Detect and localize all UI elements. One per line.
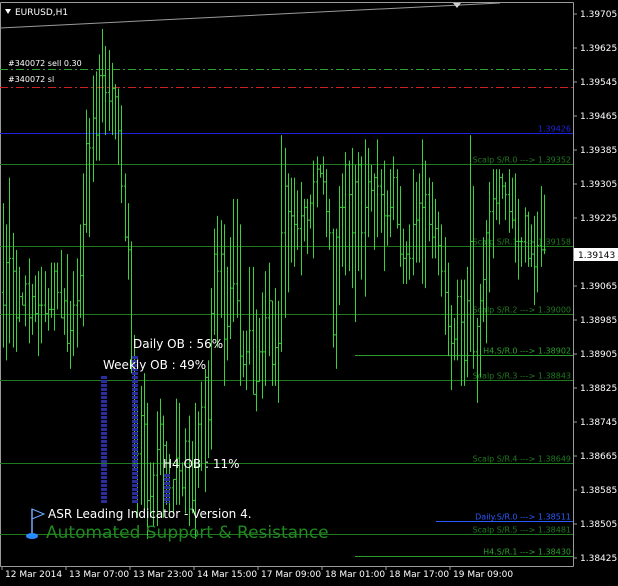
indicator-subtitle: Automated Support & Resistance: [46, 523, 329, 543]
weekly-ob-label: Weekly OB : 49%: [103, 358, 206, 372]
level-label: Scalp S/R.3 ---> 1.38843: [473, 372, 571, 381]
current-price-label: 1.39143: [578, 251, 615, 261]
level-label: Scalp S/R.4 ---> 1.38649: [473, 455, 571, 464]
order-label-sell[interactable]: #340072 sell 0.30: [8, 59, 82, 68]
level-label: H4.S/R.0 ---> 1.38902: [483, 347, 571, 356]
price-tick-label: 1.38665: [580, 452, 617, 462]
price-tick-label: 1.38825: [580, 384, 617, 394]
price-tick-label: 1.39625: [580, 44, 617, 54]
level-label: Scalp S/R.0 ---> 1.39352: [473, 156, 571, 165]
price-tick-label: 1.38985: [580, 316, 617, 326]
level-label: H4.S/R.1 ---> 1.38430: [483, 548, 571, 557]
price-tick-label: 1.39465: [580, 112, 617, 122]
order-label-sl[interactable]: #340072 sl: [8, 75, 54, 84]
daily-ob-label: Daily OB : 56%: [133, 337, 223, 351]
time-tick-label: 17 Mar 09:00: [261, 570, 321, 580]
price-tick-label: 1.39385: [580, 146, 617, 156]
time-tick-label: 13 Mar 07:00: [69, 570, 129, 580]
price-tick-label: 1.39225: [580, 214, 617, 224]
time-tick-label: 18 Mar 01:00: [325, 570, 385, 580]
price-tick-label: 1.39305: [580, 180, 617, 190]
price-tick-label: 1.39065: [580, 282, 617, 292]
time-tick-label: 13 Mar 23:00: [133, 570, 193, 580]
time-tick-label: 14 Mar 15:00: [197, 570, 257, 580]
level-label: 1.39426: [538, 125, 571, 134]
level-label: Scalp S/R.2 ---> 1.39000: [473, 306, 571, 315]
time-tick-label: 19 Mar 09:00: [453, 570, 513, 580]
chart-canvas: 1.39426 Scalp S/R.0 ---> 1.39352 Scalp S/R…: [0, 0, 618, 582]
h4-ob-label: H4 OB : 11%: [163, 457, 240, 471]
indicator-title: ASR Leading Indicator - Version 4.: [48, 507, 252, 521]
price-tick-label: 1.39705: [580, 10, 617, 20]
price-tick-label: 1.38745: [580, 418, 617, 428]
time-tick-label: 18 Mar 17:00: [389, 570, 449, 580]
level-label: Scalp S/R.5 ---> 1.38481: [473, 526, 571, 535]
time-tick-label: 12 Mar 2014: [5, 570, 62, 580]
price-chart[interactable]: 1.39426 Scalp S/R.0 ---> 1.39352 Scalp S/R…: [0, 0, 618, 582]
price-tick-label: 1.39545: [580, 78, 617, 88]
price-tick-label: 1.38585: [580, 486, 617, 496]
price-tick-label: 1.38425: [580, 554, 617, 564]
price-tick-label: 1.38505: [580, 520, 617, 530]
symbol-label: EURUSD,H1: [15, 8, 68, 18]
level-label: Daily.S/R.0 ---> 1.38511: [475, 513, 571, 522]
price-tick-label: 1.38905: [580, 350, 617, 360]
